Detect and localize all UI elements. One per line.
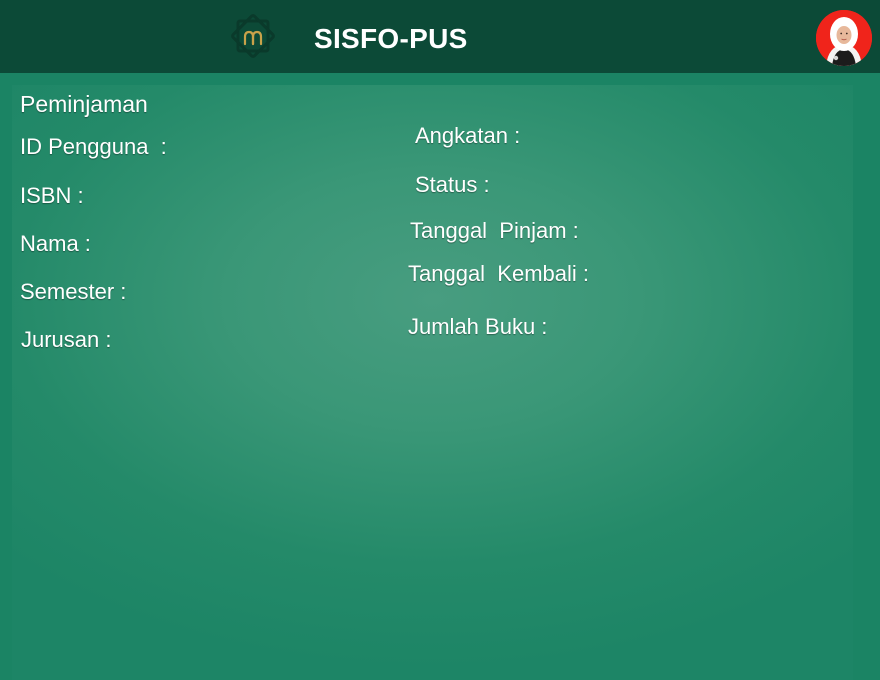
tanggal-pinjam-label: Tanggal Pinjam : [410,218,579,243]
app-header: SISFO-PUS [0,0,880,73]
semester-label: Semester : [20,279,127,304]
status-label: Status : [415,172,490,197]
angkatan-label: Angkatan : [415,123,521,148]
isbn-label: ISBN : [20,183,84,208]
id-pengguna-label: ID Pengguna : [20,134,167,159]
library-logo-icon [226,13,280,59]
nama-label: Nama : [20,231,91,256]
tanggal-kembali-label: Tanggal Kembali : [408,261,589,286]
app-title: SISFO-PUS [314,23,468,54]
user-avatar[interactable] [816,10,872,66]
jurusan-label: Jurusan : [21,327,112,352]
jumlah-buku-label: Jumlah Buku : [408,314,548,339]
form-title: Peminjaman [20,91,148,117]
